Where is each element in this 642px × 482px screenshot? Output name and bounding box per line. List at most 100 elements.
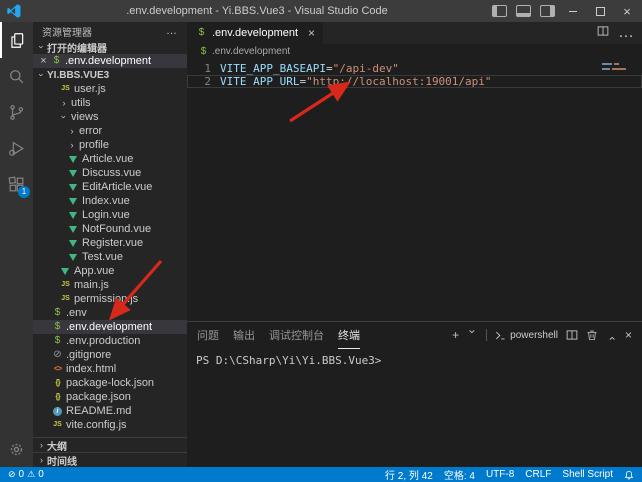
toggle-sidebar-icon[interactable] [492,5,507,17]
panel-tab-问题[interactable]: 问题 [197,322,219,349]
activity-bar-spacer [0,202,33,431]
kill-terminal-icon[interactable] [586,329,598,341]
tree-file-README.md[interactable]: iREADME.md [33,404,187,418]
panel-tab-输出[interactable]: 输出 [233,322,255,349]
split-editor-icon[interactable] [597,24,609,42]
search-icon[interactable] [0,58,33,94]
tree-item-label: permission.js [74,293,138,305]
tree-item-label: Register.vue [82,237,143,249]
terminal-dropdown-icon[interactable]: › [466,330,480,341]
tree-item-label: error [79,125,102,137]
tree-file-Login.vue[interactable]: Login.vue [33,208,187,222]
source-control-icon[interactable] [0,94,33,130]
more-editor-actions-icon[interactable]: … [618,24,634,42]
sidebar-more-actions-icon[interactable]: … [166,25,178,37]
language-mode[interactable]: Shell Script [562,469,613,480]
breadcrumb-item[interactable]: .env.development [212,46,290,57]
tree-file-Index.vue[interactable]: Index.vue [33,194,187,208]
tree-file-Article.vue[interactable]: Article.vue [33,152,187,166]
split-terminal-icon[interactable] [566,329,578,341]
shell-selector[interactable]: powershell [495,330,558,341]
notifications-bell-icon[interactable] [624,470,634,480]
tree-file-NotFound.vue[interactable]: NotFound.vue [33,222,187,236]
tree-file-Test.vue[interactable]: Test.vue [33,250,187,264]
tree-file-vite.config.js[interactable]: JSvite.config.js [33,418,187,432]
vue-file-icon [69,184,77,191]
panel-tab-调试控制台[interactable]: 调试控制台 [269,322,324,349]
outline-section[interactable]: › 大纲 [33,437,187,452]
minimize-button[interactable] [564,1,582,21]
explorer-icon[interactable] [0,22,33,58]
tree-item-label: .env.production [66,335,140,347]
tree-item-label: package-lock.json [66,377,154,389]
toggle-secondary-sidebar-icon[interactable] [540,5,555,17]
terminal-icon [495,330,506,341]
settings-gear-icon[interactable] [0,431,33,467]
chevron-down-icon: › [59,112,69,122]
tree-file-permission.js[interactable]: JSpermission.js [33,292,187,306]
tree-folder-utils[interactable]: ›utils [33,96,187,110]
tree-file-main.js[interactable]: JSmain.js [33,278,187,292]
new-terminal-icon[interactable]: + [452,328,459,342]
tree-file-Discuss.vue[interactable]: Discuss.vue [33,166,187,180]
tree-file-package-lock.json[interactable]: {}package-lock.json [33,376,187,390]
tab-env-development[interactable]: $ .env.development × [187,22,324,44]
panel-actions: + › powershell › × [452,328,632,342]
open-editors-section[interactable]: › 打开的编辑器 [33,40,187,54]
indentation[interactable]: 空格: 4 [444,467,475,482]
tree-folder-error[interactable]: ›error [33,124,187,138]
code-line-1[interactable]: 1VITE_APP_BASEAPI="/api-dev" [187,62,642,75]
tree-file-EditArticle.vue[interactable]: EditArticle.vue [33,180,187,194]
tree-file-.gitignore[interactable]: ⊘.gitignore [33,348,187,362]
tree-item-label: views [71,111,99,123]
vue-file-icon [69,254,77,261]
sidebar-header: 资源管理器 … [33,22,187,40]
window-title: .env.development - Yi.BBS.Vue3 - Visual … [22,5,492,17]
warnings-icon: ⚠ [27,469,35,480]
extensions-icon[interactable]: 1 [0,166,33,202]
tree-file-App.vue[interactable]: App.vue [33,264,187,278]
tree-item-label: NotFound.vue [82,223,151,235]
json-file-icon: {} [51,391,64,403]
tree-folder-profile[interactable]: ›profile [33,138,187,152]
toggle-panel-icon[interactable] [516,5,531,17]
tree-file-.env[interactable]: $.env [33,306,187,320]
tree-file-Register.vue[interactable]: Register.vue [33,236,187,250]
maximize-button[interactable] [591,1,609,21]
close-window-button[interactable]: × [618,1,636,21]
vscode-logo-icon [6,4,22,18]
chevron-down-icon: › [37,42,47,53]
cursor-position[interactable]: 行 2, 列 42 [385,467,433,482]
code-line-2[interactable]: 2VITE_APP_URL="http://localhost:19001/ap… [187,75,642,88]
breadcrumb[interactable]: $ .env.development [187,44,642,59]
close-panel-icon[interactable]: × [625,328,632,342]
panel-header: 问题输出调试控制台终端 + › powershell › [187,322,642,348]
tree-file-.env.development[interactable]: $.env.development [33,320,187,334]
problems-status[interactable]: ⊘ 0 ⚠ 0 [8,469,44,480]
eol[interactable]: CRLF [525,469,551,480]
tree-file-package.json[interactable]: {}package.json [33,390,187,404]
run-debug-icon[interactable] [0,130,33,166]
close-tab-icon[interactable]: × [308,26,315,40]
open-editor-item-env-development[interactable]: × $ .env.development [33,54,187,68]
tree-file-.env.production[interactable]: $.env.production [33,334,187,348]
tree-file-index.html[interactable]: <>index.html [33,362,187,376]
minimap[interactable] [602,63,636,73]
encoding[interactable]: UTF-8 [486,469,514,480]
vue-file-icon [69,212,77,219]
vue-file-icon [69,226,77,233]
terminal-output[interactable]: PS D:\CSharp\Yi\Yi.BBS.Vue3> [187,348,642,467]
project-root-section[interactable]: › YI.BBS.VUE3 [33,68,187,82]
warnings-count: 0 [38,469,44,480]
js-file-icon: JS [59,279,72,291]
maximize-panel-icon[interactable]: › [604,330,618,341]
tree-file-user.js[interactable]: JSuser.js [33,82,187,96]
code-editor[interactable]: 1VITE_APP_BASEAPI="/api-dev"2VITE_APP_UR… [187,59,642,321]
timeline-section[interactable]: › 时间线 [33,452,187,467]
tree-folder-views[interactable]: ›views [33,110,187,124]
panel-tab-终端[interactable]: 终端 [338,322,360,349]
status-bar: ⊘ 0 ⚠ 0 行 2, 列 42 空格: 4 UTF-8 CRLF Shell… [0,467,642,482]
extensions-badge: 1 [18,186,30,198]
close-editor-icon[interactable]: × [37,55,50,67]
html-file-icon: <> [51,363,64,375]
